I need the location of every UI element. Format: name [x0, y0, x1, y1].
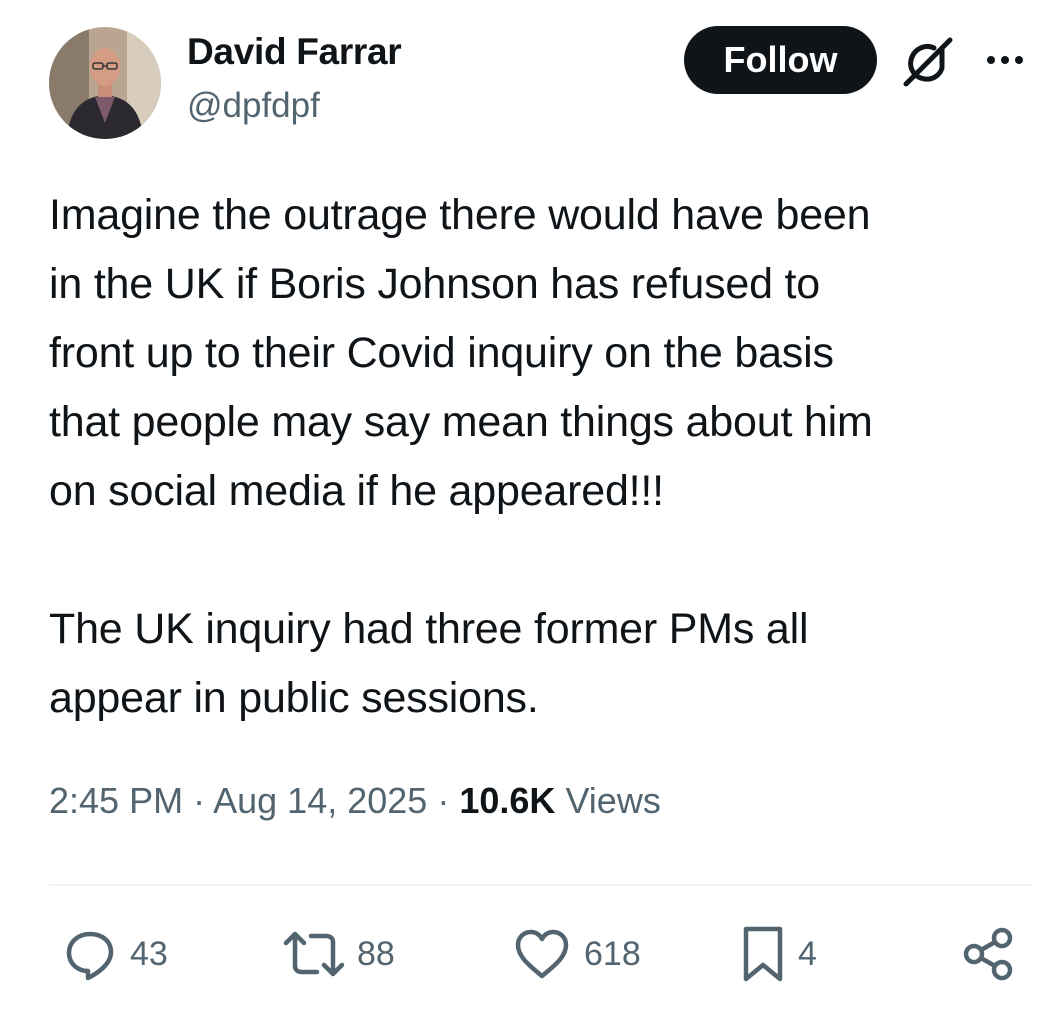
- user-handle[interactable]: @dpfdpf: [187, 86, 320, 126]
- grok-icon[interactable]: [900, 36, 956, 88]
- bookmark-button[interactable]: 4: [740, 924, 817, 984]
- meta-separator: ·: [437, 780, 450, 821]
- heart-icon: [515, 929, 569, 979]
- avatar[interactable]: [49, 27, 161, 139]
- tweet-paragraph: The UK inquiry had three former PMs all …: [49, 605, 809, 722]
- share-icon: [963, 927, 1013, 981]
- tweet-time[interactable]: 2:45 PM: [49, 780, 183, 821]
- reply-icon: [66, 931, 114, 981]
- bookmark-count: 4: [798, 934, 817, 973]
- repost-count: 88: [357, 934, 395, 973]
- meta-separator: ·: [193, 780, 206, 821]
- more-icon[interactable]: [983, 46, 1027, 74]
- like-button[interactable]: 618: [512, 924, 641, 984]
- tweet-paragraph: Imagine the outrage there would have bee…: [49, 191, 873, 515]
- repost-icon: [283, 931, 345, 977]
- tweet-date[interactable]: Aug 14, 2025: [213, 780, 427, 821]
- display-name[interactable]: David Farrar: [187, 31, 402, 73]
- share-button[interactable]: [960, 924, 1016, 984]
- tweet-text: Imagine the outrage there would have bee…: [49, 181, 1024, 733]
- avatar-photo: [49, 27, 161, 139]
- repost-button[interactable]: 88: [283, 924, 395, 984]
- reply-count: 43: [130, 934, 168, 973]
- tweet-meta: 2:45 PM · Aug 14, 2025 · 10.6K Views: [49, 780, 661, 822]
- views-count: 10.6K: [459, 780, 556, 821]
- views-label: Views: [565, 780, 661, 821]
- reply-button[interactable]: 43: [62, 924, 168, 984]
- divider: [49, 884, 1032, 886]
- bookmark-icon: [743, 926, 783, 982]
- like-count: 618: [584, 934, 641, 973]
- follow-button[interactable]: Follow: [684, 26, 877, 94]
